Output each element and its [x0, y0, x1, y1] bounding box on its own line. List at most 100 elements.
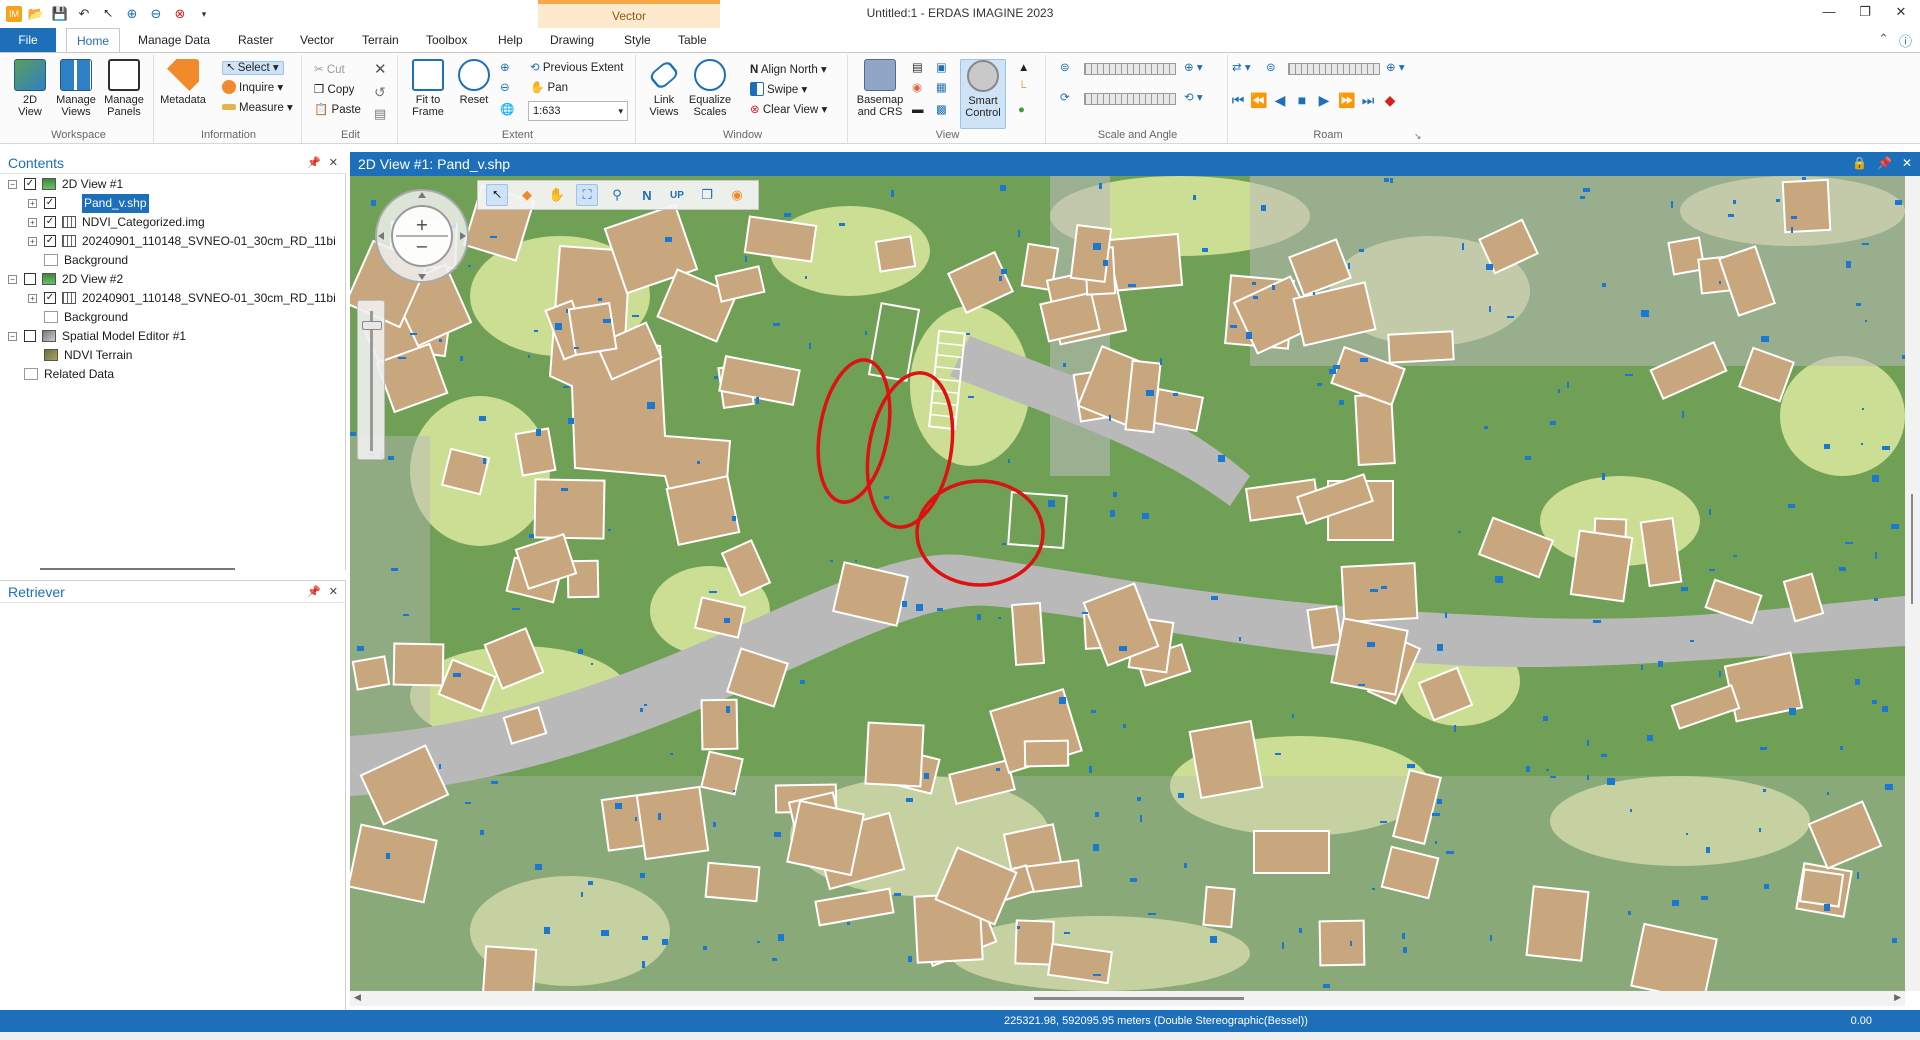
scroll-left-icon[interactable]: ◀: [354, 992, 361, 1003]
tree-row[interactable]: Background: [0, 251, 344, 270]
help-icon[interactable]: ⓘ: [1899, 31, 1912, 50]
angle-option-icon[interactable]: ⟲ ▾: [1184, 89, 1203, 107]
tab-vector[interactable]: Vector: [290, 28, 344, 52]
open-icon[interactable]: 📂: [26, 4, 46, 24]
reset-button[interactable]: Reset: [452, 59, 496, 106]
zoom-out-small-icon[interactable]: ⊖: [500, 79, 510, 97]
swipe-button[interactable]: Swipe ▾: [750, 81, 807, 99]
roam-path-icon[interactable]: ⇄ ▾: [1232, 59, 1251, 77]
zoom-slider[interactable]: [357, 300, 385, 460]
collapse-ribbon-icon[interactable]: ⌃: [1878, 31, 1889, 50]
pan-hand-icon[interactable]: ✋: [546, 184, 568, 206]
tab-drawing[interactable]: Drawing: [540, 28, 604, 52]
scale-input[interactable]: 1:633 ▾: [528, 101, 628, 121]
undo-icon[interactable]: ↶: [74, 4, 94, 24]
tree-row[interactable]: Background: [0, 308, 344, 327]
scale-dropdown-icon[interactable]: ▾: [618, 102, 623, 120]
step-back-icon[interactable]: ⏪: [1250, 93, 1267, 107]
smart-control-button[interactable]: Smart Control: [960, 59, 1006, 129]
map-vertical-scrollbar[interactable]: [1905, 176, 1920, 991]
view-options-icon[interactable]: ▤: [912, 59, 923, 77]
tree-row[interactable]: + ✓ 20240901_110148_SVNEO-01_30cm_RD_11bi: [0, 232, 344, 251]
angle-slider[interactable]: [1084, 93, 1176, 105]
customize-icon[interactable]: ▾: [194, 4, 214, 24]
metadata-button[interactable]: Metadata: [158, 59, 208, 106]
tab-home[interactable]: Home: [66, 28, 121, 53]
tree-row[interactable]: NDVI Terrain: [0, 346, 344, 365]
tree-label[interactable]: 2D View #2: [62, 270, 123, 289]
step-forward-icon[interactable]: ⏩: [1338, 93, 1355, 107]
tab-table[interactable]: Table: [668, 28, 717, 52]
tab-toolbox[interactable]: Toolbox: [416, 28, 477, 52]
contents-scrollbar[interactable]: [40, 568, 235, 570]
pan-button[interactable]: ✋ Pan: [530, 79, 568, 97]
expand-icon[interactable]: +: [28, 294, 37, 303]
scroll-right-icon[interactable]: ▶: [1894, 992, 1901, 1003]
scale-slider[interactable]: [1084, 63, 1176, 75]
tree-label[interactable]: Background: [64, 251, 128, 270]
layer-checkbox[interactable]: ✓: [44, 197, 56, 209]
up-icon[interactable]: UP: [666, 184, 688, 206]
graticule-icon[interactable]: ▩: [936, 101, 947, 119]
roam-speed-slider[interactable]: [1288, 63, 1380, 75]
layer-checkbox[interactable]: [24, 330, 36, 342]
scale-icon[interactable]: ⊜: [1060, 59, 1070, 77]
fit-to-frame-button[interactable]: Fit to Frame: [404, 59, 452, 118]
view-close-icon[interactable]: ✕: [1902, 156, 1912, 170]
layer-checkbox[interactable]: ✓: [44, 292, 56, 304]
layer-checkbox[interactable]: ✓: [44, 216, 56, 228]
expand-icon[interactable]: +: [28, 218, 37, 227]
zoom-in-small-icon[interactable]: ⊕: [500, 59, 510, 77]
collapse-icon[interactable]: −: [8, 332, 17, 341]
globe-icon[interactable]: 🌐: [500, 101, 514, 119]
manage-panels-button[interactable]: Manage Panels: [102, 59, 146, 118]
ribbon-launcher-icon[interactable]: ↘: [1414, 127, 1422, 145]
close-pane-icon[interactable]: ✕: [329, 156, 338, 169]
restore-icon[interactable]: ❐: [1854, 4, 1876, 20]
navigation-wheel[interactable]: + −: [372, 186, 472, 296]
manage-views-button[interactable]: Manage Views: [54, 59, 98, 118]
tab-raster[interactable]: Raster: [228, 28, 283, 52]
map-vertical-scroll-thumb[interactable]: [1911, 494, 1913, 604]
north-icon[interactable]: N: [636, 184, 658, 206]
ruler-tool-icon[interactable]: └: [1018, 79, 1026, 97]
tree-label[interactable]: Spatial Model Editor #1: [62, 327, 186, 346]
stop-icon[interactable]: ■: [1294, 93, 1310, 107]
copy-button[interactable]: ❐ Copy: [314, 81, 354, 99]
clear-view-button[interactable]: ⊗ Clear View ▾: [750, 101, 827, 119]
pin-icon[interactable]: 📌: [307, 156, 321, 169]
equalize-scales-button[interactable]: Equalize Scales: [688, 59, 732, 118]
tree-row[interactable]: − ✓ 2D View #1: [0, 175, 344, 194]
globe-small-icon[interactable]: ●: [1018, 101, 1025, 119]
tree-label[interactable]: 2D View #1: [62, 175, 123, 194]
minimize-icon[interactable]: —: [1818, 4, 1840, 20]
color-wheel-icon[interactable]: ◉: [912, 79, 922, 97]
select-button[interactable]: ⭦ Select ▾: [222, 59, 284, 77]
tree-label[interactable]: 20240901_110148_SVNEO-01_30cm_RD_11bi: [82, 232, 336, 251]
roam-option-icon[interactable]: ⊕ ▾: [1386, 59, 1405, 77]
skip-start-icon[interactable]: ⏮: [1230, 93, 1246, 107]
view-lock-icon[interactable]: 🔒: [1852, 156, 1867, 170]
delete-icon[interactable]: ✕: [374, 61, 387, 79]
background-icon[interactable]: ▬: [912, 101, 924, 119]
retriever-close-icon[interactable]: ✕: [329, 585, 338, 598]
zoom-icon[interactable]: ⚲: [606, 184, 628, 206]
zoom-slider-knob[interactable]: [362, 321, 382, 330]
fit-icon[interactable]: ⛶: [576, 184, 598, 206]
view-pin-icon[interactable]: 📌: [1877, 156, 1892, 170]
skip-end-icon[interactable]: ⏭: [1360, 93, 1376, 107]
roam-speed-icon[interactable]: ⊜: [1266, 59, 1276, 77]
tab-terrain[interactable]: Terrain: [352, 28, 409, 52]
tree-row[interactable]: + ✓ NDVI_Categorized.img: [0, 213, 344, 232]
basemap-crs-button[interactable]: Basemap and CRS: [854, 59, 906, 118]
roam-marker-icon[interactable]: ◆: [1382, 93, 1398, 107]
tree-label[interactable]: Related Data: [44, 365, 114, 384]
grid-icon[interactable]: ▦: [936, 79, 947, 97]
close-icon[interactable]: ✕: [1890, 4, 1912, 20]
undo-small-icon[interactable]: ↺: [374, 83, 386, 101]
zoom-out-icon[interactable]: ⊖: [146, 4, 166, 24]
tree-row[interactable]: Related Data: [0, 365, 344, 384]
zoom-in-icon[interactable]: ⊕: [122, 4, 142, 24]
tree-label[interactable]: Pand_v.shp: [82, 194, 149, 213]
retriever-pin-icon[interactable]: 📌: [307, 585, 321, 598]
